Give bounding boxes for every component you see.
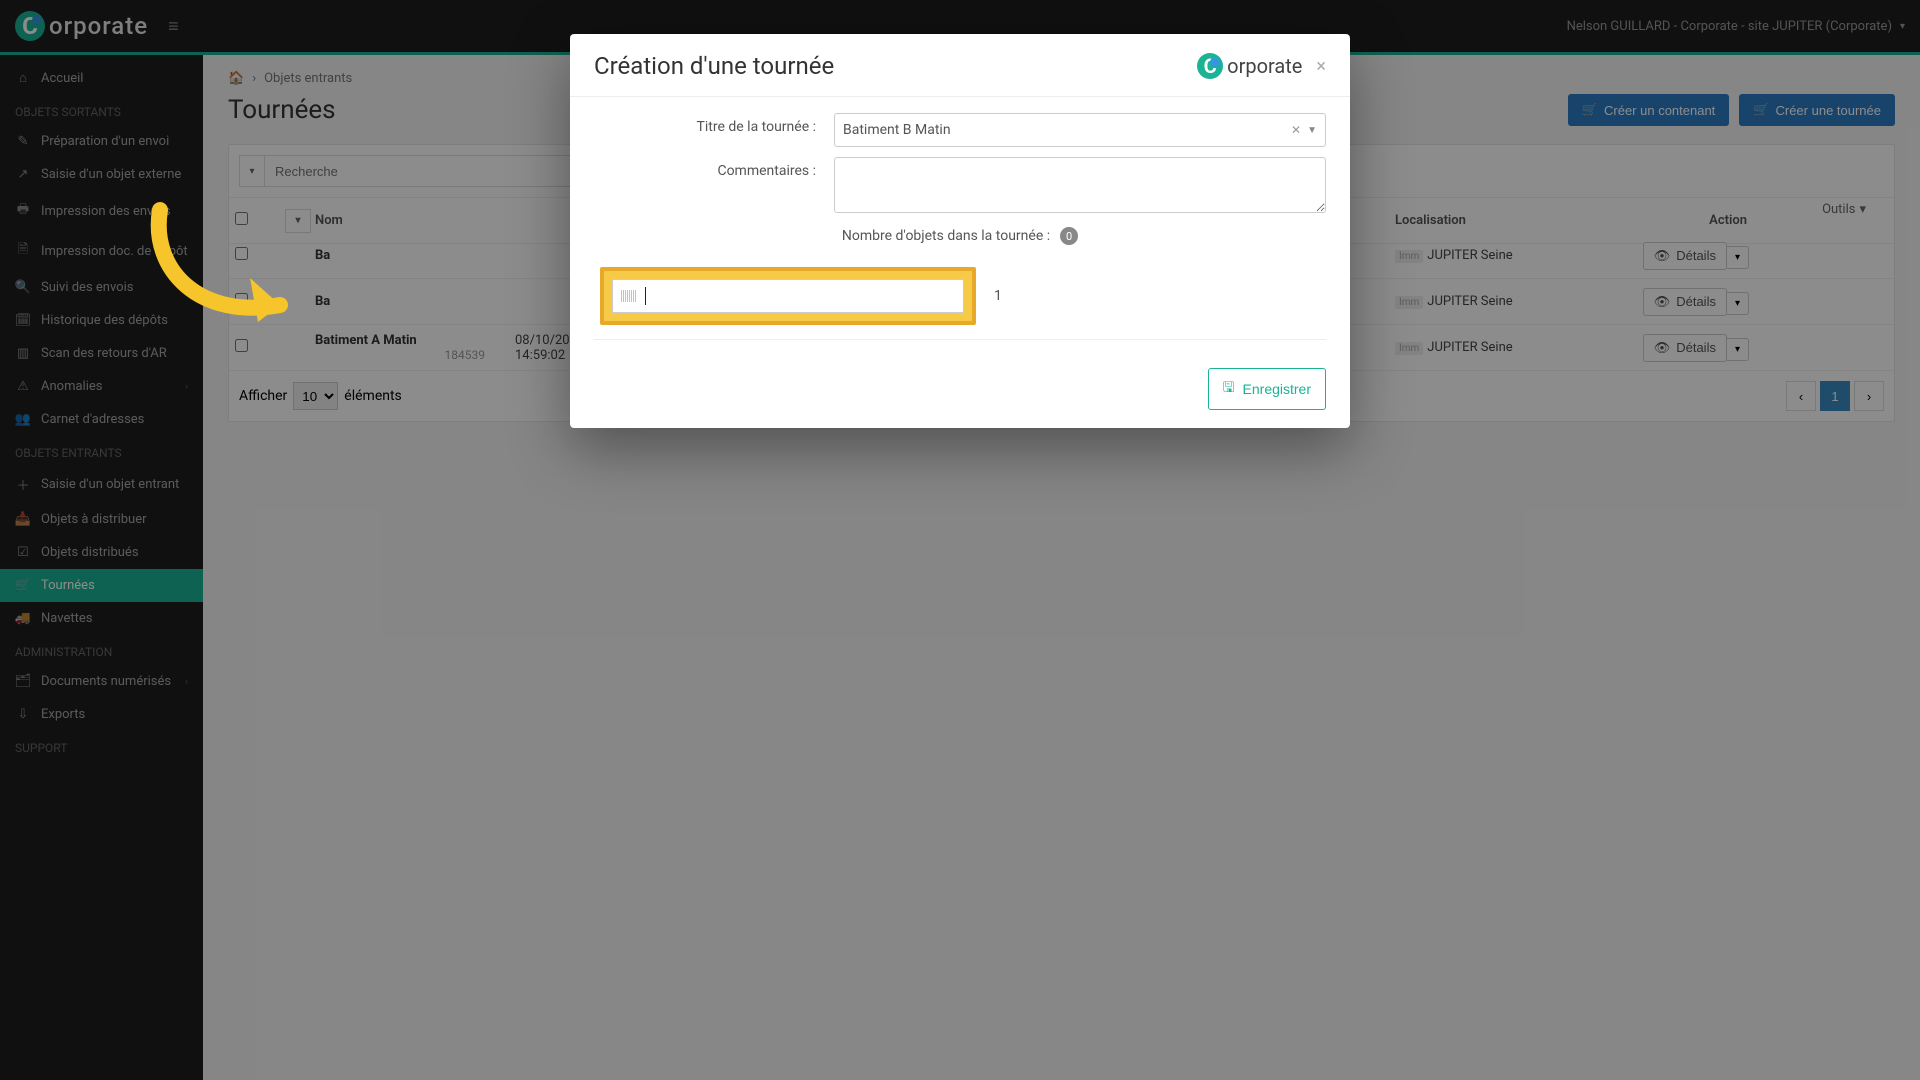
count-label: Nombre d'objets dans la tournée :	[842, 228, 1050, 244]
save-button[interactable]: 🖫 Enregistrer	[1208, 368, 1326, 410]
tour-title-select[interactable]: Batiment B Matin ✕ ▼	[834, 113, 1326, 147]
chevron-down-icon: ▼	[1307, 125, 1317, 136]
brand-word: orporate	[1227, 54, 1302, 78]
modal-title: Création d'une tournée	[594, 52, 834, 80]
text-cursor	[645, 287, 646, 305]
create-tour-modal: Création d'une tournée C orporate × Titr…	[570, 34, 1350, 428]
logo-badge: C	[1197, 53, 1223, 79]
count-badge: 0	[1060, 227, 1078, 245]
clear-icon[interactable]: ✕	[1285, 123, 1307, 137]
tour-title-value: Batiment B Matin	[843, 122, 1285, 138]
scan-count: 1	[994, 288, 1002, 304]
scan-input[interactable]	[612, 279, 964, 313]
modal-brand-logo: C orporate	[1197, 53, 1302, 79]
comments-textarea[interactable]	[834, 157, 1326, 213]
comments-label: Commentaires :	[594, 157, 834, 179]
barcode-icon	[621, 290, 637, 302]
save-label: Enregistrer	[1243, 381, 1311, 397]
save-icon: 🖫	[1223, 377, 1235, 401]
scan-highlight	[600, 267, 976, 325]
close-icon[interactable]: ×	[1316, 56, 1326, 77]
tour-title-label: Titre de la tournée :	[594, 113, 834, 135]
